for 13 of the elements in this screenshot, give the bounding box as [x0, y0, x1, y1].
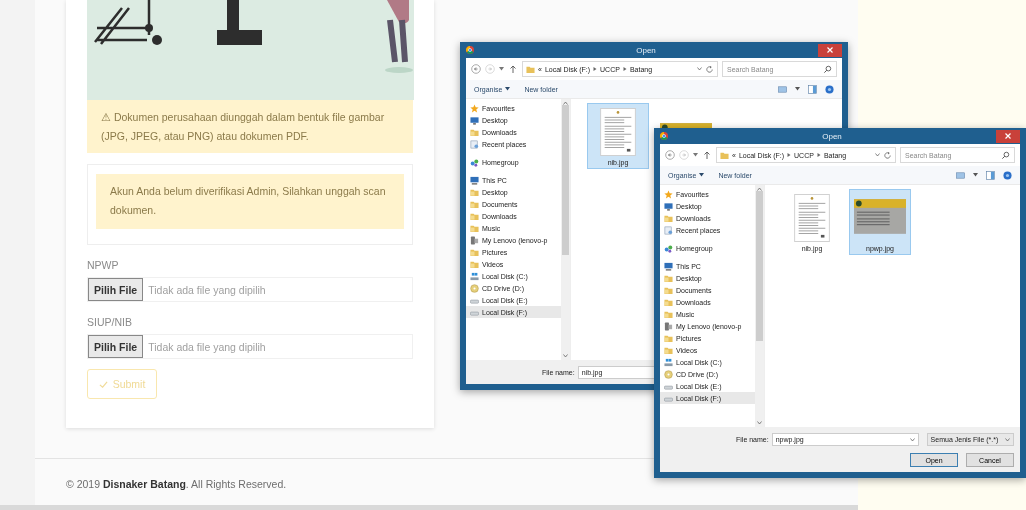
- dialog-title: Open: [821, 131, 843, 141]
- choose-file-button[interactable]: Pilih File: [88, 335, 144, 358]
- dialog-title: Open: [635, 45, 657, 55]
- warning-notice: ⚠ Dokumen perusahaan diunggah dalam bentuk file gambar (JPG, JPEG, atau PNG) atau dokumen PDF.: [87, 100, 413, 153]
- field-label: NPWP: [87, 259, 120, 271]
- field-label: SIUP/NIB: [87, 316, 133, 328]
- file-input[interactable]: Pilih File Tidak ada file yang dipilih: [87, 277, 413, 302]
- choose-file-button[interactable]: Pilih File: [88, 278, 144, 301]
- footer-text: © 2019 Disnaker Batang. All Rights Reserved.: [66, 478, 288, 490]
- file-status-text: Tidak ada file yang dipilih: [148, 283, 266, 296]
- file-status-text: Tidak ada file yang dipilih: [148, 340, 266, 353]
- verification-alert: Akun Anda belum diverifikasi Admin, Silahkan unggah scan dokumen.: [96, 174, 404, 229]
- file-input[interactable]: Pilih File Tidak ada file yang dipilih: [87, 334, 413, 359]
